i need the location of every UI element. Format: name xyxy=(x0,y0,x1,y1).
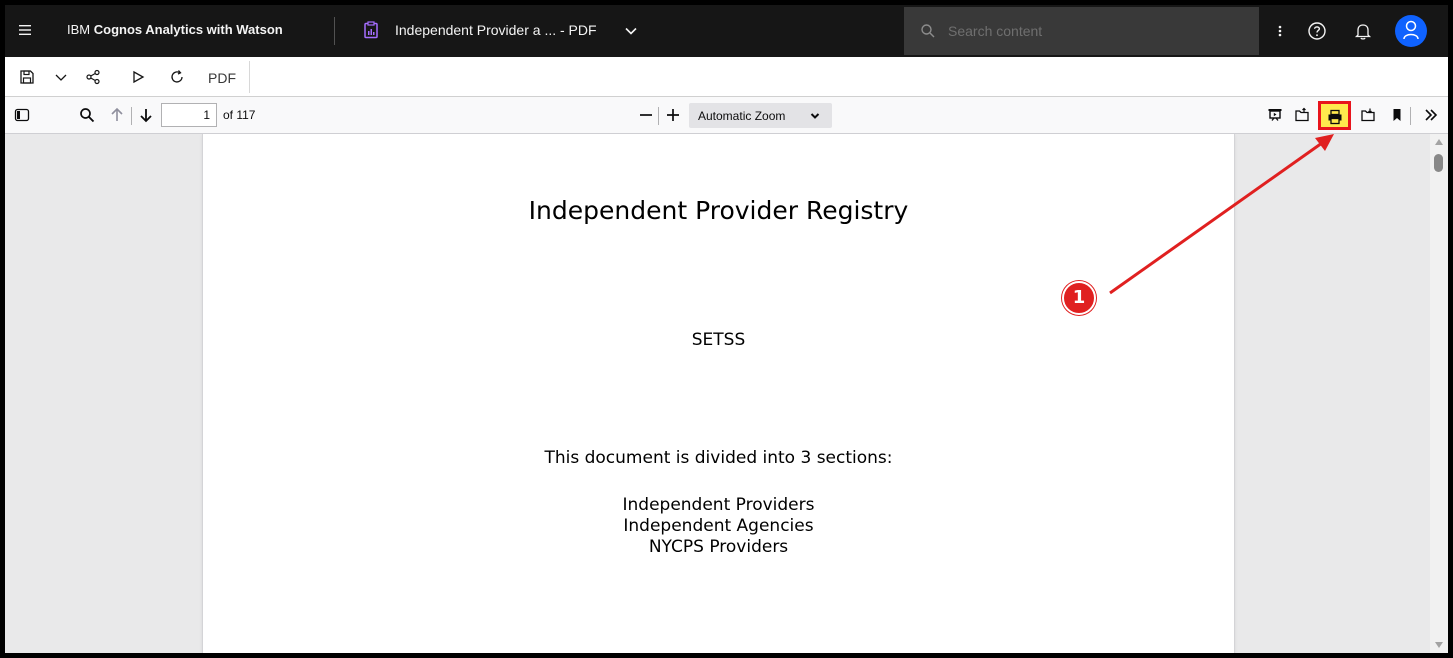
scroll-up-icon[interactable] xyxy=(1434,138,1444,146)
bookmark-icon[interactable] xyxy=(1389,107,1405,123)
pdf-page: Independent Provider Registry SETSS This… xyxy=(203,134,1234,653)
page-number-input[interactable] xyxy=(161,103,217,127)
top-navigation-bar: IBM Cognos Analytics with Watson Indepen… xyxy=(5,5,1448,57)
output-format-label[interactable]: PDF xyxy=(208,70,236,86)
step-number-badge: 1 xyxy=(1062,281,1096,315)
document-subtitle: SETSS xyxy=(691,330,746,350)
document-title[interactable]: Independent Provider a ... - PDF xyxy=(395,22,597,38)
pdf-viewer-toolbar: of 117 Automatic Zoom xyxy=(5,97,1448,134)
divider xyxy=(1410,107,1411,125)
pdf-viewer-area[interactable]: Independent Provider Registry SETSS This… xyxy=(5,134,1448,653)
scroll-down-icon[interactable] xyxy=(1434,641,1444,649)
section-item: Independent Agencies xyxy=(623,516,814,536)
zoom-out-icon[interactable] xyxy=(638,107,654,123)
overflow-menu-icon[interactable] xyxy=(1273,23,1287,39)
menu-icon[interactable] xyxy=(17,22,33,38)
save-icon[interactable] xyxy=(19,69,35,85)
zoom-value: Automatic Zoom xyxy=(698,109,786,123)
screenshot-frame: IBM Cognos Analytics with Watson Indepen… xyxy=(0,0,1453,658)
download-icon[interactable] xyxy=(1360,107,1376,123)
vertical-scrollbar[interactable] xyxy=(1430,134,1448,653)
sidebar-toggle-icon[interactable] xyxy=(14,107,30,123)
help-icon[interactable] xyxy=(1307,21,1327,41)
document-intro: This document is divided into 3 sections… xyxy=(544,448,893,468)
product-name[interactable]: IBM Cognos Analytics with Watson xyxy=(67,22,283,37)
section-item: Independent Providers xyxy=(622,495,815,515)
user-avatar-icon xyxy=(1403,20,1419,40)
divider xyxy=(131,107,132,125)
zoom-select[interactable]: Automatic Zoom xyxy=(689,103,832,128)
print-icon xyxy=(1328,109,1342,125)
search-icon xyxy=(921,24,935,38)
zoom-in-icon[interactable] xyxy=(665,107,681,123)
divider xyxy=(334,17,335,45)
tools-icon[interactable] xyxy=(1423,107,1439,123)
open-file-icon[interactable] xyxy=(1294,107,1310,123)
divider xyxy=(249,61,250,93)
search-input[interactable] xyxy=(948,19,1238,43)
search-bar[interactable] xyxy=(904,7,1259,55)
refresh-icon[interactable] xyxy=(169,69,185,85)
previous-page-icon[interactable] xyxy=(109,107,125,123)
notification-icon[interactable] xyxy=(1353,21,1373,41)
chevron-down-icon[interactable] xyxy=(53,69,69,85)
document-heading: Independent Provider Registry xyxy=(528,196,909,225)
user-avatar[interactable] xyxy=(1395,15,1427,47)
chevron-down-icon[interactable] xyxy=(623,23,639,39)
scrollbar-thumb[interactable] xyxy=(1434,154,1443,172)
run-icon[interactable] xyxy=(130,69,146,85)
report-icon xyxy=(364,21,378,39)
print-button[interactable] xyxy=(1318,101,1351,130)
share-icon[interactable] xyxy=(85,69,101,85)
next-page-icon[interactable] xyxy=(138,107,154,123)
divider xyxy=(658,107,659,125)
find-icon[interactable] xyxy=(79,107,95,123)
report-toolbar: PDF xyxy=(5,57,1448,97)
section-item: NYCPS Providers xyxy=(648,537,789,557)
page-count: of 117 xyxy=(223,108,256,122)
chevron-down-icon xyxy=(810,113,820,119)
presentation-mode-icon[interactable] xyxy=(1267,107,1283,123)
